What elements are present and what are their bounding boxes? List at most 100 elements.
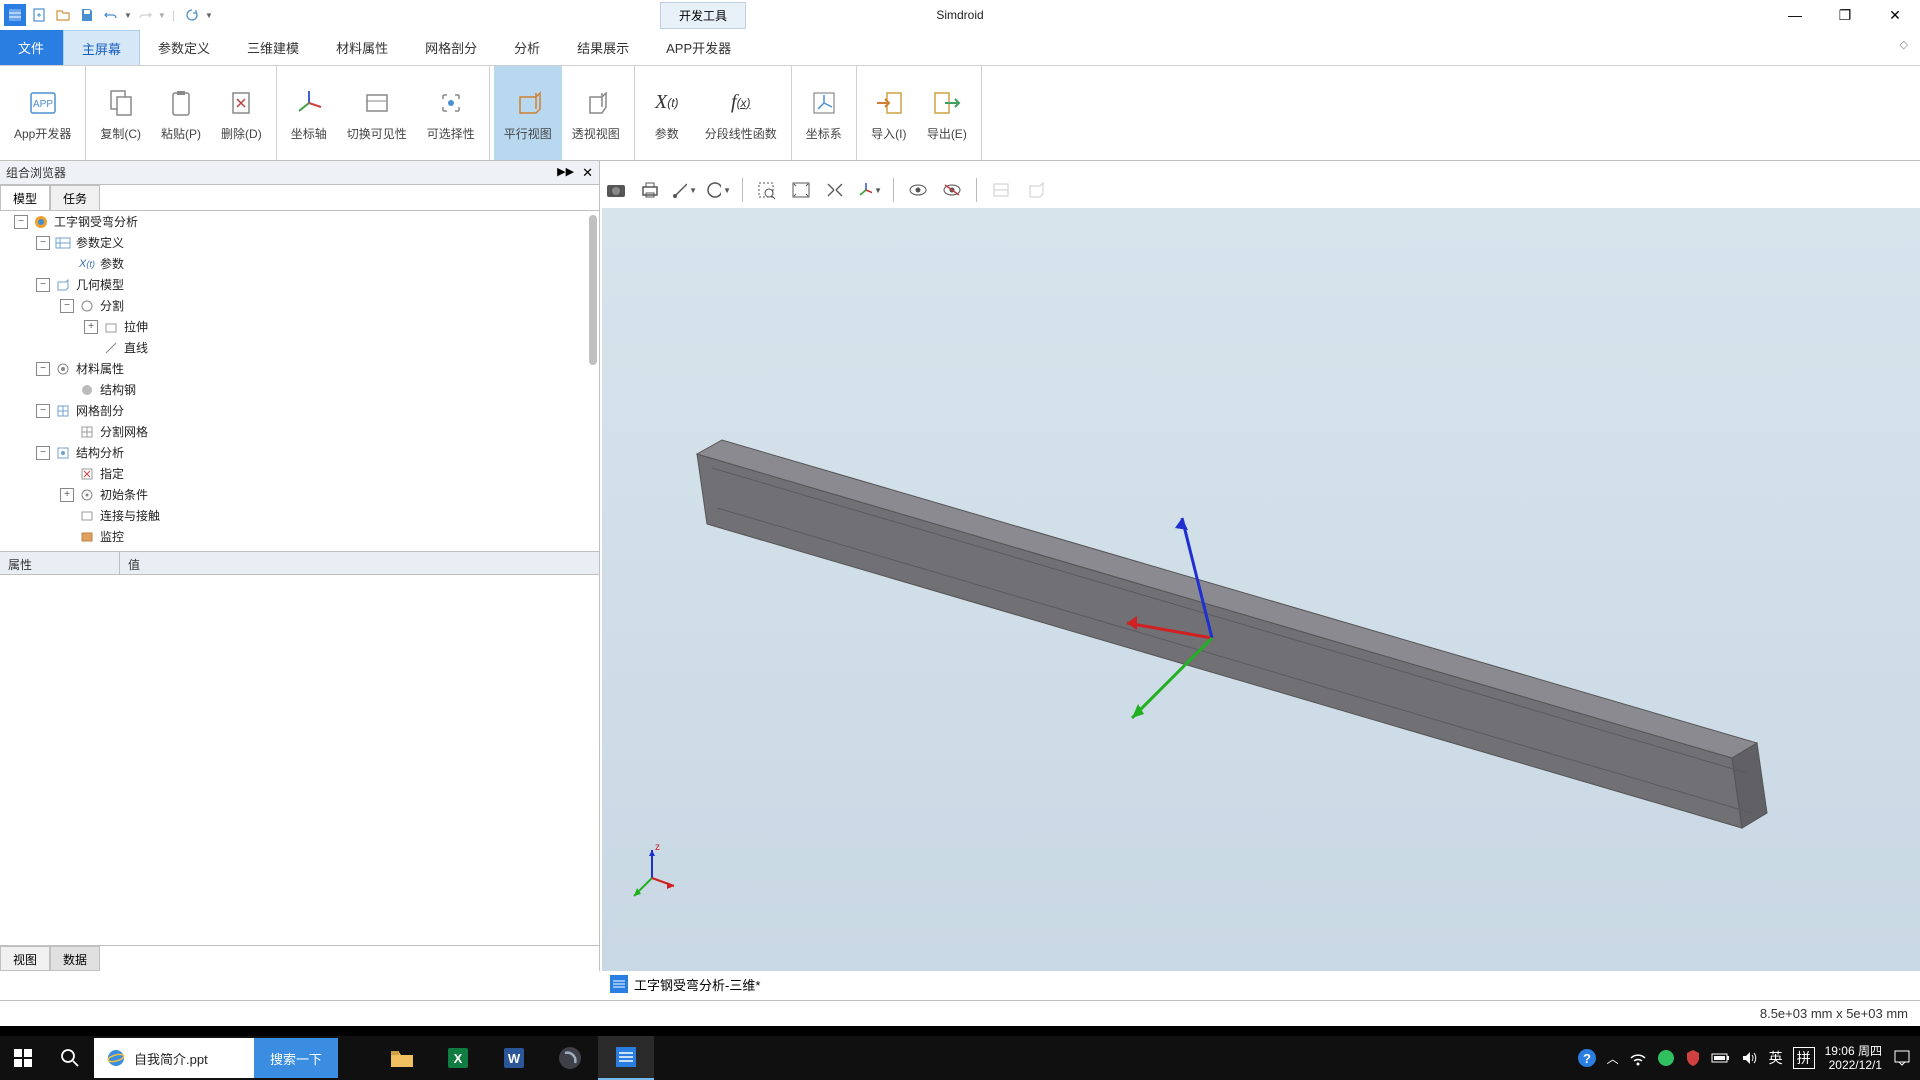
tree-toggle-icon[interactable]: − xyxy=(36,446,50,460)
tree-node-monitor[interactable]: 监控 xyxy=(0,526,599,547)
battery-icon[interactable] xyxy=(1711,1051,1731,1065)
ribbon-export[interactable]: 导出(E) xyxy=(917,66,977,160)
tree-node-steel[interactable]: 结构钢 xyxy=(0,379,599,400)
ribbon-selectable[interactable]: 可选择性 xyxy=(417,66,485,160)
excel-app[interactable]: X xyxy=(430,1036,486,1080)
word-app[interactable]: W xyxy=(486,1036,542,1080)
vp-print-button[interactable] xyxy=(636,176,664,204)
ribbon-collapse-button[interactable]: ◇ xyxy=(1888,30,1920,65)
notifications-icon[interactable] xyxy=(1892,1048,1912,1068)
tree-toggle-icon[interactable]: − xyxy=(36,278,50,292)
minimize-button[interactable]: — xyxy=(1770,0,1820,30)
tree-node-split[interactable]: −分割 xyxy=(0,295,599,316)
ribbon-visibility[interactable]: 切换可见性 xyxy=(337,66,417,160)
ribbon-parallel-view[interactable]: 平行视图 xyxy=(494,66,562,160)
explorer-app[interactable] xyxy=(374,1036,430,1080)
menu-tab-analysis[interactable]: 分析 xyxy=(496,30,559,65)
tree-node-xt[interactable]: X(t)参数 xyxy=(0,253,599,274)
panel-tab-model[interactable]: 模型 xyxy=(0,185,50,210)
vp-zoom-selection-button[interactable] xyxy=(821,176,849,204)
viewport-doc-tab[interactable]: 工字钢受弯分析-三维* xyxy=(602,971,768,997)
close-button[interactable]: ✕ xyxy=(1870,0,1920,30)
ribbon-params[interactable]: X(t)参数 xyxy=(639,66,695,160)
ribbon-import[interactable]: 导入(I) xyxy=(861,66,917,160)
panel-expand-button[interactable]: ▶▶ xyxy=(557,165,574,181)
tree-toggle-icon[interactable]: − xyxy=(14,215,28,229)
vp-show-button[interactable] xyxy=(904,176,932,204)
tree-toggle-icon[interactable]: − xyxy=(60,299,74,313)
menu-tab-app-dev[interactable]: APP开发器 xyxy=(648,30,750,65)
help-icon[interactable]: ? xyxy=(1577,1048,1597,1068)
ribbon-axis[interactable]: 坐标轴 xyxy=(281,66,337,160)
ribbon-delete[interactable]: 删除(D) xyxy=(211,66,272,160)
tree-node-initial[interactable]: +初始条件 xyxy=(0,484,599,505)
tree-node-params[interactable]: −参数定义 xyxy=(0,232,599,253)
redo-button[interactable] xyxy=(134,4,156,26)
menu-tab-mesh[interactable]: 网格剖分 xyxy=(407,30,496,65)
model-tree[interactable]: −工字钢受弯分析 −参数定义 X(t)参数 −几何模型 −分割 +拉伸 直线 −… xyxy=(0,211,599,551)
tray-app-icon[interactable] xyxy=(1657,1049,1675,1067)
menu-tab-results[interactable]: 结果展示 xyxy=(559,30,648,65)
tree-node-assign[interactable]: 指定 xyxy=(0,463,599,484)
simdroid-app[interactable] xyxy=(598,1036,654,1080)
new-file-button[interactable] xyxy=(28,4,50,26)
volume-icon[interactable] xyxy=(1741,1050,1759,1066)
3d-viewport[interactable]: z xyxy=(602,208,1920,971)
refresh-button[interactable] xyxy=(181,4,203,26)
tree-toggle-icon[interactable]: + xyxy=(60,488,74,502)
menu-tab-material[interactable]: 材料属性 xyxy=(318,30,407,65)
ribbon-piecewise[interactable]: f(x)分段线性函数 xyxy=(695,66,787,160)
tree-scrollbar[interactable] xyxy=(589,215,597,365)
ribbon-coordsys[interactable]: 坐标系 xyxy=(796,66,852,160)
wifi-icon[interactable] xyxy=(1629,1050,1647,1066)
maximize-button[interactable]: ❐ xyxy=(1820,0,1870,30)
search-go-button[interactable]: 搜索一下 xyxy=(254,1038,338,1078)
tree-toggle-icon[interactable]: + xyxy=(84,320,98,334)
tree-toggle-icon[interactable]: − xyxy=(36,404,50,418)
undo-button[interactable] xyxy=(100,4,122,26)
ribbon-app-dev[interactable]: APP App开发器 xyxy=(4,66,81,160)
bottom-tab-data[interactable]: 数据 xyxy=(50,946,100,971)
vp-line-dropdown[interactable]: ▼ xyxy=(670,176,698,204)
ribbon-copy[interactable]: 复制(C) xyxy=(90,66,151,160)
menu-tab-main-screen[interactable]: 主屏幕 xyxy=(63,30,140,65)
tree-node-material[interactable]: −材料属性 xyxy=(0,358,599,379)
bottom-tab-view[interactable]: 视图 xyxy=(0,946,50,971)
undo-dropdown-icon[interactable]: ▼ xyxy=(124,11,132,20)
app-4[interactable] xyxy=(542,1036,598,1080)
vp-section-button[interactable] xyxy=(1021,176,1049,204)
tree-node-geom[interactable]: −几何模型 xyxy=(0,274,599,295)
task-view-button[interactable] xyxy=(338,1036,374,1080)
tree-node-line[interactable]: 直线 xyxy=(0,337,599,358)
tree-node-contact[interactable]: 连接与接触 xyxy=(0,505,599,526)
search-button[interactable] xyxy=(46,1036,94,1080)
start-button[interactable] xyxy=(0,1036,46,1080)
tree-node-struct-analysis[interactable]: −结构分析 xyxy=(0,442,599,463)
tree-node-meshpart[interactable]: 分割网格 xyxy=(0,421,599,442)
tree-node-project[interactable]: −工字钢受弯分析 xyxy=(0,211,599,232)
taskbar-clock[interactable]: 19:06 周四 2022/12/1 xyxy=(1825,1044,1882,1073)
refresh-dropdown-icon[interactable]: ▼ xyxy=(205,11,213,20)
open-file-button[interactable] xyxy=(52,4,74,26)
redo-dropdown-icon[interactable]: ▼ xyxy=(158,11,166,20)
vp-zoom-fit-button[interactable] xyxy=(787,176,815,204)
tray-chevron-up-icon[interactable]: ︿ xyxy=(1607,1050,1619,1067)
tree-toggle-icon[interactable]: − xyxy=(36,362,50,376)
vp-clip-button[interactable] xyxy=(987,176,1015,204)
ime-mode[interactable]: 拼 xyxy=(1793,1047,1815,1069)
menu-tab-param-def[interactable]: 参数定义 xyxy=(140,30,229,65)
panel-close-button[interactable]: ✕ xyxy=(582,165,593,181)
menu-file[interactable]: 文件 xyxy=(0,30,63,65)
vp-zoom-window-button[interactable] xyxy=(753,176,781,204)
dev-tools-tab[interactable]: 开发工具 xyxy=(660,2,746,29)
vp-camera-button[interactable] xyxy=(602,176,630,204)
menu-tab-3d-model[interactable]: 三维建模 xyxy=(229,30,318,65)
tree-node-mesh[interactable]: −网格剖分 xyxy=(0,400,599,421)
panel-tab-task[interactable]: 任务 xyxy=(50,185,100,210)
vp-axis-dropdown[interactable]: ▼ xyxy=(855,176,883,204)
security-icon[interactable] xyxy=(1685,1049,1701,1067)
ribbon-perspective-view[interactable]: 透视视图 xyxy=(562,66,630,160)
tree-toggle-icon[interactable]: − xyxy=(36,236,50,250)
tree-node-extrude[interactable]: +拉伸 xyxy=(0,316,599,337)
ribbon-paste[interactable]: 粘贴(P) xyxy=(151,66,211,160)
